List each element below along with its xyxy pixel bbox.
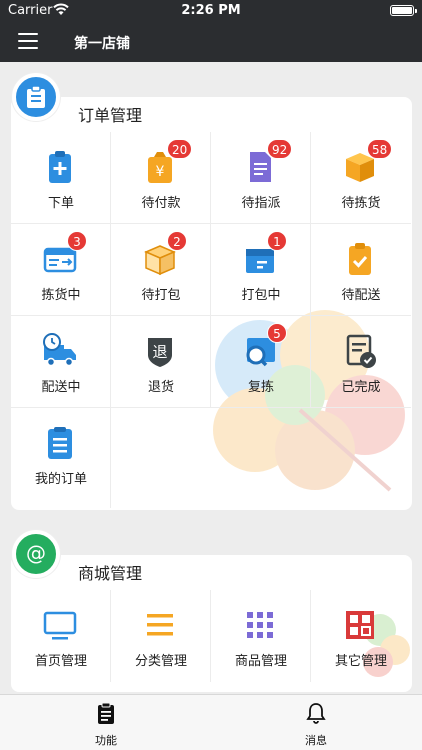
grid-item-label: 其它管理	[334, 654, 387, 669]
clipboard-tab-icon	[98, 702, 114, 724]
grid-item-home-management[interactable]: 首页管理	[11, 590, 111, 682]
grid-item-pending-payment[interactable]: ¥ 20 待付款	[111, 132, 211, 224]
bottom-tab-bar: 功能 消息	[0, 694, 422, 750]
grid-item-label: 待拣货	[341, 196, 381, 211]
order-list-icon	[48, 427, 72, 459]
count-badge: 20	[167, 139, 193, 159]
grid-item-label: 打包中	[241, 288, 281, 303]
svg-text:@: @	[26, 542, 46, 565]
count-badge: 5	[267, 323, 287, 343]
grid-dots-icon	[247, 612, 273, 638]
at-sign-icon: @	[26, 542, 46, 565]
clipboard-check-icon	[349, 243, 371, 275]
grid-item-pending-picking[interactable]: 58 待拣货	[311, 132, 411, 224]
grid-item-label: 首页管理	[34, 654, 87, 669]
grid-item-recheck[interactable]: 5 复拣	[211, 316, 311, 408]
tab-functions[interactable]: 功能	[76, 701, 136, 748]
grid-item-my-orders[interactable]: 我的订单	[11, 408, 111, 508]
return-shield-icon: 退	[148, 338, 172, 367]
grid-item-picking[interactable]: 3 拣货中	[11, 224, 111, 316]
grid-item-label: 退货	[147, 380, 174, 395]
grid-item-return[interactable]: 退 退货	[111, 316, 211, 408]
grid-item-category-management[interactable]: 分类管理	[111, 590, 211, 682]
grid-item-label: 分类管理	[134, 654, 187, 669]
count-badge: 2	[167, 231, 187, 251]
grid-item-pending-delivery[interactable]: 待配送	[311, 224, 411, 316]
grid-item-packing[interactable]: 1 打包中	[211, 224, 311, 316]
count-badge: 1	[267, 231, 287, 251]
store-title: 第一店铺	[74, 36, 130, 52]
grid-item-pending-pack[interactable]: 2 待打包	[111, 224, 211, 316]
grid-item-product-management[interactable]: 商品管理	[211, 590, 311, 682]
tab-messages[interactable]: 消息	[286, 701, 346, 748]
grid-item-delivering[interactable]: 配送中	[11, 316, 111, 408]
bell-icon	[306, 703, 326, 724]
grid-item-place-order[interactable]: 下单	[11, 132, 111, 224]
grid-item-label: 下单	[47, 196, 74, 211]
mall-management-title: 商城管理	[78, 564, 143, 583]
grid-item-other-management[interactable]: 其它管理	[311, 590, 411, 682]
svg-text:¥: ¥	[156, 164, 165, 180]
tab-label: 功能	[95, 734, 117, 747]
grid-item-label: 复拣	[247, 380, 274, 395]
navigation-bar: 第一店铺	[0, 22, 422, 62]
category-lines-icon	[147, 614, 173, 636]
order-section-icon	[12, 73, 60, 121]
grid-item-label: 配送中	[41, 380, 81, 395]
grid-item-label: 待配送	[341, 288, 381, 303]
battery-icon	[390, 5, 417, 16]
count-badge: 92	[267, 139, 293, 159]
clock: 2:26 PM	[181, 3, 241, 18]
clipboard-plus-icon	[49, 151, 71, 183]
grid-item-label: 拣货中	[41, 288, 81, 303]
clipboard-icon	[27, 85, 45, 108]
monitor-icon	[43, 611, 77, 640]
delivery-truck-icon	[43, 333, 76, 367]
grid-item-label: 已完成	[341, 380, 381, 395]
count-badge: 58	[367, 139, 393, 159]
order-management-title: 订单管理	[78, 106, 143, 125]
other-squares-icon	[346, 611, 374, 639]
grid-item-label: 我的订单	[34, 472, 87, 487]
count-badge: 3	[67, 231, 87, 251]
tab-label: 消息	[305, 734, 327, 747]
grid-item-label: 待指派	[241, 196, 281, 211]
document-check-icon	[346, 334, 376, 368]
status-bar: Carrier 2:26 PM	[0, 0, 422, 22]
grid-item-label: 待打包	[141, 288, 181, 303]
svg-text:退: 退	[152, 343, 167, 361]
mall-section-icon: @	[12, 530, 60, 578]
grid-item-completed[interactable]: 已完成	[311, 316, 411, 408]
grid-item-label: 待付款	[141, 196, 181, 211]
hamburger-menu-icon[interactable]	[18, 33, 38, 49]
grid-item-label: 商品管理	[234, 654, 287, 669]
grid-item-pending-assign[interactable]: 92 待指派	[211, 132, 311, 224]
